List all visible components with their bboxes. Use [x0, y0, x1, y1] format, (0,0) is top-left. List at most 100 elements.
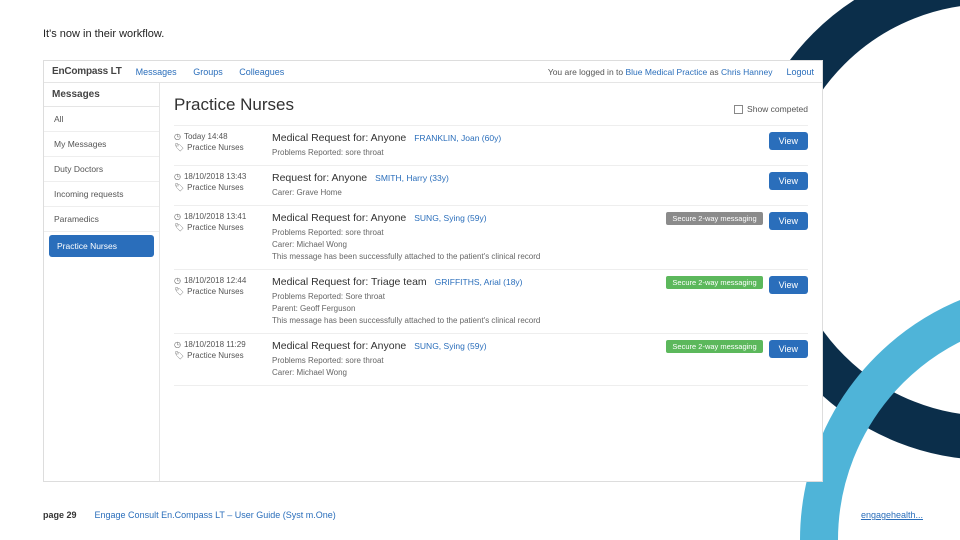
- checkbox-icon: [734, 105, 743, 114]
- login-as: as: [710, 67, 719, 77]
- sidebar-heading: Messages: [44, 83, 159, 107]
- page-title: Practice Nurses: [174, 95, 294, 115]
- row-title: Medical Request for: Anyone: [272, 132, 406, 144]
- row-group: Practice Nurses: [187, 183, 243, 192]
- row-detail-line: Carer: Michael Wong: [272, 239, 648, 251]
- page-number: page 29: [43, 510, 77, 520]
- top-nav: Messages Groups Colleagues: [136, 67, 299, 77]
- row-title: Request for: Anyone: [272, 172, 367, 184]
- row-actions: View: [658, 172, 808, 199]
- slide-caption: It's now in their workflow.: [43, 28, 164, 40]
- clock-icon: ◷: [174, 172, 181, 181]
- row-meta: ◷18/10/2018 11:29🏷Practice Nurses: [174, 340, 272, 379]
- logout-link[interactable]: Logout: [786, 67, 814, 77]
- tag-icon: 🏷: [174, 287, 184, 296]
- clock-icon: ◷: [174, 132, 181, 141]
- row-body: Medical Request for: Anyone SUNG, Sying (…: [272, 212, 658, 263]
- row-title: Medical Request for: Anyone: [272, 212, 406, 224]
- app-window: EnCompass LT Messages Groups Colleagues …: [43, 60, 823, 482]
- message-list: ◷Today 14:48🏷Practice NursesMedical Requ…: [174, 125, 808, 386]
- row-detail-line: Problems Reported: sore throat: [272, 355, 648, 367]
- nav-messages[interactable]: Messages: [136, 67, 177, 77]
- message-row: ◷18/10/2018 12:44🏷Practice NursesMedical…: [174, 270, 808, 334]
- message-row: ◷18/10/2018 13:43🏷Practice NursesRequest…: [174, 166, 808, 206]
- row-body: Medical Request for: Anyone SUNG, Sying (…: [272, 340, 658, 379]
- row-body: Request for: Anyone SMITH, Harry (33y) Car…: [272, 172, 658, 199]
- show-completed-label: Show competed: [747, 104, 808, 114]
- row-meta: ◷18/10/2018 12:44🏷Practice Nurses: [174, 276, 272, 327]
- tag-icon: 🏷: [174, 183, 184, 192]
- sidebar: Messages AllMy MessagesDuty DoctorsIncom…: [44, 83, 160, 481]
- secure-messaging-badge: Secure 2-way messaging: [666, 340, 762, 353]
- row-group: Practice Nurses: [187, 143, 243, 152]
- row-patient-link[interactable]: SUNG, Sying (59y): [414, 213, 486, 223]
- row-meta: ◷18/10/2018 13:41🏷Practice Nurses: [174, 212, 272, 263]
- row-body: Medical Request for: Anyone FRANKLIN, Joa…: [272, 132, 658, 159]
- slide-footer: page 29 Engage Consult En.Compass LT – U…: [43, 510, 923, 520]
- tag-icon: 🏷: [174, 143, 184, 152]
- row-actions: Secure 2-way messaging View: [658, 212, 808, 263]
- row-meta: ◷18/10/2018 13:43🏷Practice Nurses: [174, 172, 272, 199]
- row-time: 18/10/2018 11:29: [184, 340, 246, 349]
- clock-icon: ◷: [174, 340, 181, 349]
- secure-messaging-badge: Secure 2-way messaging: [666, 276, 762, 289]
- show-completed-toggle[interactable]: Show competed: [734, 104, 808, 114]
- row-detail-line: Problems Reported: Sore throat: [272, 291, 648, 303]
- row-time: 18/10/2018 13:41: [184, 212, 246, 221]
- login-prefix: You are logged in to: [548, 67, 623, 77]
- row-time: Today 14:48: [184, 132, 228, 141]
- row-detail-line: This message has been successfully attac…: [272, 315, 648, 327]
- sidebar-item[interactable]: My Messages: [44, 132, 159, 157]
- footer-link[interactable]: engagehealth...: [861, 510, 923, 520]
- row-time: 18/10/2018 13:43: [184, 172, 246, 181]
- row-detail-line: Carer: Michael Wong: [272, 367, 648, 379]
- view-button[interactable]: View: [769, 276, 808, 294]
- nav-colleagues[interactable]: Colleagues: [239, 67, 284, 77]
- row-patient-link[interactable]: FRANKLIN, Joan (60y): [414, 133, 501, 143]
- row-detail-line: Problems Reported: sore throat: [272, 147, 648, 159]
- row-group: Practice Nurses: [187, 351, 243, 360]
- brand-logo: EnCompass LT: [52, 66, 122, 77]
- clock-icon: ◷: [174, 276, 181, 285]
- sidebar-item[interactable]: Incoming requests: [44, 182, 159, 207]
- row-patient-link[interactable]: GRIFFITHS, Arial (18y): [435, 277, 523, 287]
- view-button[interactable]: View: [769, 340, 808, 358]
- login-org-link[interactable]: Blue Medical Practice: [626, 67, 708, 77]
- top-bar: EnCompass LT Messages Groups Colleagues …: [44, 61, 822, 83]
- row-actions: View: [658, 132, 808, 159]
- view-button[interactable]: View: [769, 132, 808, 150]
- nav-groups[interactable]: Groups: [193, 67, 223, 77]
- row-group: Practice Nurses: [187, 287, 243, 296]
- row-detail-line: Problems Reported: sore throat: [272, 227, 648, 239]
- message-row: ◷18/10/2018 13:41🏷Practice NursesMedical…: [174, 206, 808, 270]
- sidebar-item[interactable]: Duty Doctors: [44, 157, 159, 182]
- login-user-link[interactable]: Chris Hanney: [721, 67, 773, 77]
- clock-icon: ◷: [174, 212, 181, 221]
- sidebar-item[interactable]: All: [44, 107, 159, 132]
- message-row: ◷18/10/2018 11:29🏷Practice NursesMedical…: [174, 334, 808, 386]
- row-title: Medical Request for: Anyone: [272, 340, 406, 352]
- doc-title: Engage Consult En.Compass LT – User Guid…: [95, 510, 336, 520]
- sidebar-item[interactable]: Paramedics: [44, 207, 159, 232]
- row-detail-line: Carer: Grave Home: [272, 187, 648, 199]
- row-actions: Secure 2-way messaging View: [658, 340, 808, 379]
- row-group: Practice Nurses: [187, 223, 243, 232]
- row-time: 18/10/2018 12:44: [184, 276, 246, 285]
- message-row: ◷Today 14:48🏷Practice NursesMedical Requ…: [174, 126, 808, 166]
- row-patient-link[interactable]: SUNG, Sying (59y): [414, 341, 486, 351]
- view-button[interactable]: View: [769, 212, 808, 230]
- row-meta: ◷Today 14:48🏷Practice Nurses: [174, 132, 272, 159]
- secure-messaging-badge: Secure 2-way messaging: [666, 212, 762, 225]
- row-detail-line: This message has been successfully attac…: [272, 251, 648, 263]
- sidebar-item[interactable]: Practice Nurses: [49, 235, 154, 257]
- row-detail-line: Parent: Geoff Ferguson: [272, 303, 648, 315]
- main-panel: Practice Nurses Show competed ◷Today 14:…: [160, 83, 822, 481]
- row-body: Medical Request for: Triage team GRIFFITH…: [272, 276, 658, 327]
- row-title: Medical Request for: Triage team: [272, 276, 427, 288]
- row-patient-link[interactable]: SMITH, Harry (33y): [375, 173, 449, 183]
- row-actions: Secure 2-way messaging View: [658, 276, 808, 327]
- tag-icon: 🏷: [174, 351, 184, 360]
- view-button[interactable]: View: [769, 172, 808, 190]
- login-status: You are logged in to Blue Medical Practi…: [548, 67, 773, 77]
- tag-icon: 🏷: [174, 223, 184, 232]
